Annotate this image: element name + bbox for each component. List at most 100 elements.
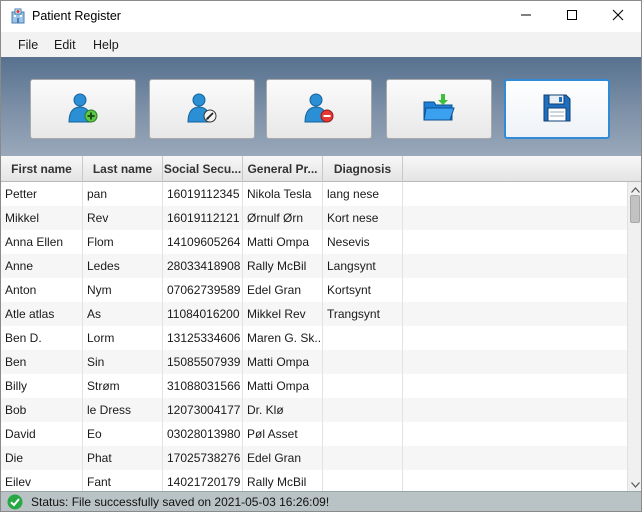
minimize-icon [520,9,532,24]
column-header-social-security[interactable]: Social Secu... [163,156,243,182]
save-file-button[interactable] [504,79,610,139]
menu-edit[interactable]: Edit [54,38,76,52]
diagnosis-cell [323,350,403,374]
social-security-cell: 07062739589 [163,278,243,302]
first-name-cell: Die [1,446,83,470]
menu-help[interactable]: Help [93,38,119,52]
open-file-button[interactable] [386,79,492,139]
minimize-button[interactable] [503,1,549,32]
last-name-cell: le Dress [83,398,163,422]
first-name-cell: Anna Ellen [1,230,83,254]
last-name-cell: Fant [83,470,163,491]
diagnosis-cell [323,470,403,491]
table-row[interactable]: Anne Ledes 28033418908 Rally McBil Langsynt [1,254,627,278]
diagnosis-cell [323,326,403,350]
last-name-cell: Nym [83,278,163,302]
first-name-cell: Atle atlas [1,302,83,326]
filler-cell [403,230,627,254]
diagnosis-cell [323,446,403,470]
diagnosis-cell: Trangsynt [323,302,403,326]
filler-cell [403,278,627,302]
toolbar [1,57,641,156]
diagnosis-cell [323,422,403,446]
filler-cell [403,182,627,206]
maximize-icon [566,9,578,24]
general-practitioner-cell: Matti Ompa [243,230,323,254]
remove-patient-button[interactable] [266,79,372,139]
hospital-icon [10,8,26,24]
first-name-cell: Anton [1,278,83,302]
general-practitioner-cell: Ørnulf Ørn [243,206,323,230]
vertical-scrollbar[interactable] [627,182,641,491]
table-row[interactable]: Eilev Fant 14021720179 Rally McBil [1,470,627,491]
general-practitioner-cell: Matti Ompa [243,350,323,374]
last-name-cell: pan [83,182,163,206]
filler-cell [403,350,627,374]
filler-cell [403,302,627,326]
last-name-cell: Sin [83,350,163,374]
edit-patient-button[interactable] [149,79,255,139]
filler-cell [403,254,627,278]
edit-patient-icon [186,92,218,127]
social-security-cell: 03028013980 [163,422,243,446]
table-header: First name Last name Social Secu... Gene… [1,156,641,182]
diagnosis-cell: lang nese [323,182,403,206]
last-name-cell: Strøm [83,374,163,398]
general-practitioner-cell: Dr. Klø [243,398,323,422]
chevron-up-icon [630,182,640,196]
social-security-cell: 31088031566 [163,374,243,398]
patient-table: Petter pan 16019112345 Nikola Tesla lang nes… [1,182,627,491]
social-security-cell: 11084016200 [163,302,243,326]
scroll-up-button[interactable] [628,182,642,196]
first-name-cell: Mikkel [1,206,83,230]
diagnosis-cell: Nesevis [323,230,403,254]
diagnosis-cell [323,398,403,422]
close-button[interactable] [595,1,641,32]
last-name-cell: Rev [83,206,163,230]
add-patient-button[interactable] [30,79,136,139]
table-row[interactable]: Die Phat 17025738276 Edel Gran [1,446,627,470]
filler-cell [403,422,627,446]
first-name-cell: David [1,422,83,446]
table-row[interactable]: Atle atlas As 11084016200 Mikkel Rev Trangsy… [1,302,627,326]
last-name-cell: Ledes [83,254,163,278]
chevron-down-icon [630,477,640,491]
first-name-cell: Ben [1,350,83,374]
filler-cell [403,374,627,398]
filler-cell [403,446,627,470]
table-row[interactable]: Bob le Dress 12073004177 Dr. Klø [1,398,627,422]
first-name-cell: Bob [1,398,83,422]
table-row[interactable]: Mikkel Rev 16019112121 Ørnulf Ørn Kort nese [1,206,627,230]
table-row[interactable]: Ben Sin 15085507939 Matti Ompa [1,350,627,374]
filler-cell [403,470,627,491]
menu-file[interactable]: File [18,38,38,52]
column-header-last-name[interactable]: Last name [83,156,163,182]
filler-cell [403,206,627,230]
general-practitioner-cell: Edel Gran [243,278,323,302]
table-row[interactable]: David Eo 03028013980 Pøl Asset [1,422,627,446]
add-patient-icon [67,92,99,127]
general-practitioner-cell: Pøl Asset [243,422,323,446]
maximize-button[interactable] [549,1,595,32]
table-row[interactable]: Anna Ellen Flom 14109605264 Matti Ompa Nesev… [1,230,627,254]
scrollbar-thumb[interactable] [630,195,640,223]
column-header-first-name[interactable]: First name [1,156,83,182]
scroll-down-button[interactable] [628,477,642,491]
diagnosis-cell: Kort nese [323,206,403,230]
column-header-diagnosis[interactable]: Diagnosis [323,156,403,182]
table-row[interactable]: Anton Nym 07062739589 Edel Gran Kortsynt [1,278,627,302]
filler-cell [403,398,627,422]
close-icon [612,9,624,24]
general-practitioner-cell: Rally McBil [243,470,323,491]
social-security-cell: 13125334606 [163,326,243,350]
table-row[interactable]: Ben D. Lorm 13125334606 Maren G. Sk... [1,326,627,350]
social-security-cell: 14021720179 [163,470,243,491]
column-header-general-practitioner[interactable]: General Pr... [243,156,323,182]
table-row[interactable]: Petter pan 16019112345 Nikola Tesla lang nes… [1,182,627,206]
open-folder-icon [422,92,456,127]
table-row[interactable]: Billy Strøm 31088031566 Matti Ompa [1,374,627,398]
check-circle-icon [7,494,23,510]
diagnosis-cell: Kortsynt [323,278,403,302]
last-name-cell: Eo [83,422,163,446]
social-security-cell: 16019112121 [163,206,243,230]
